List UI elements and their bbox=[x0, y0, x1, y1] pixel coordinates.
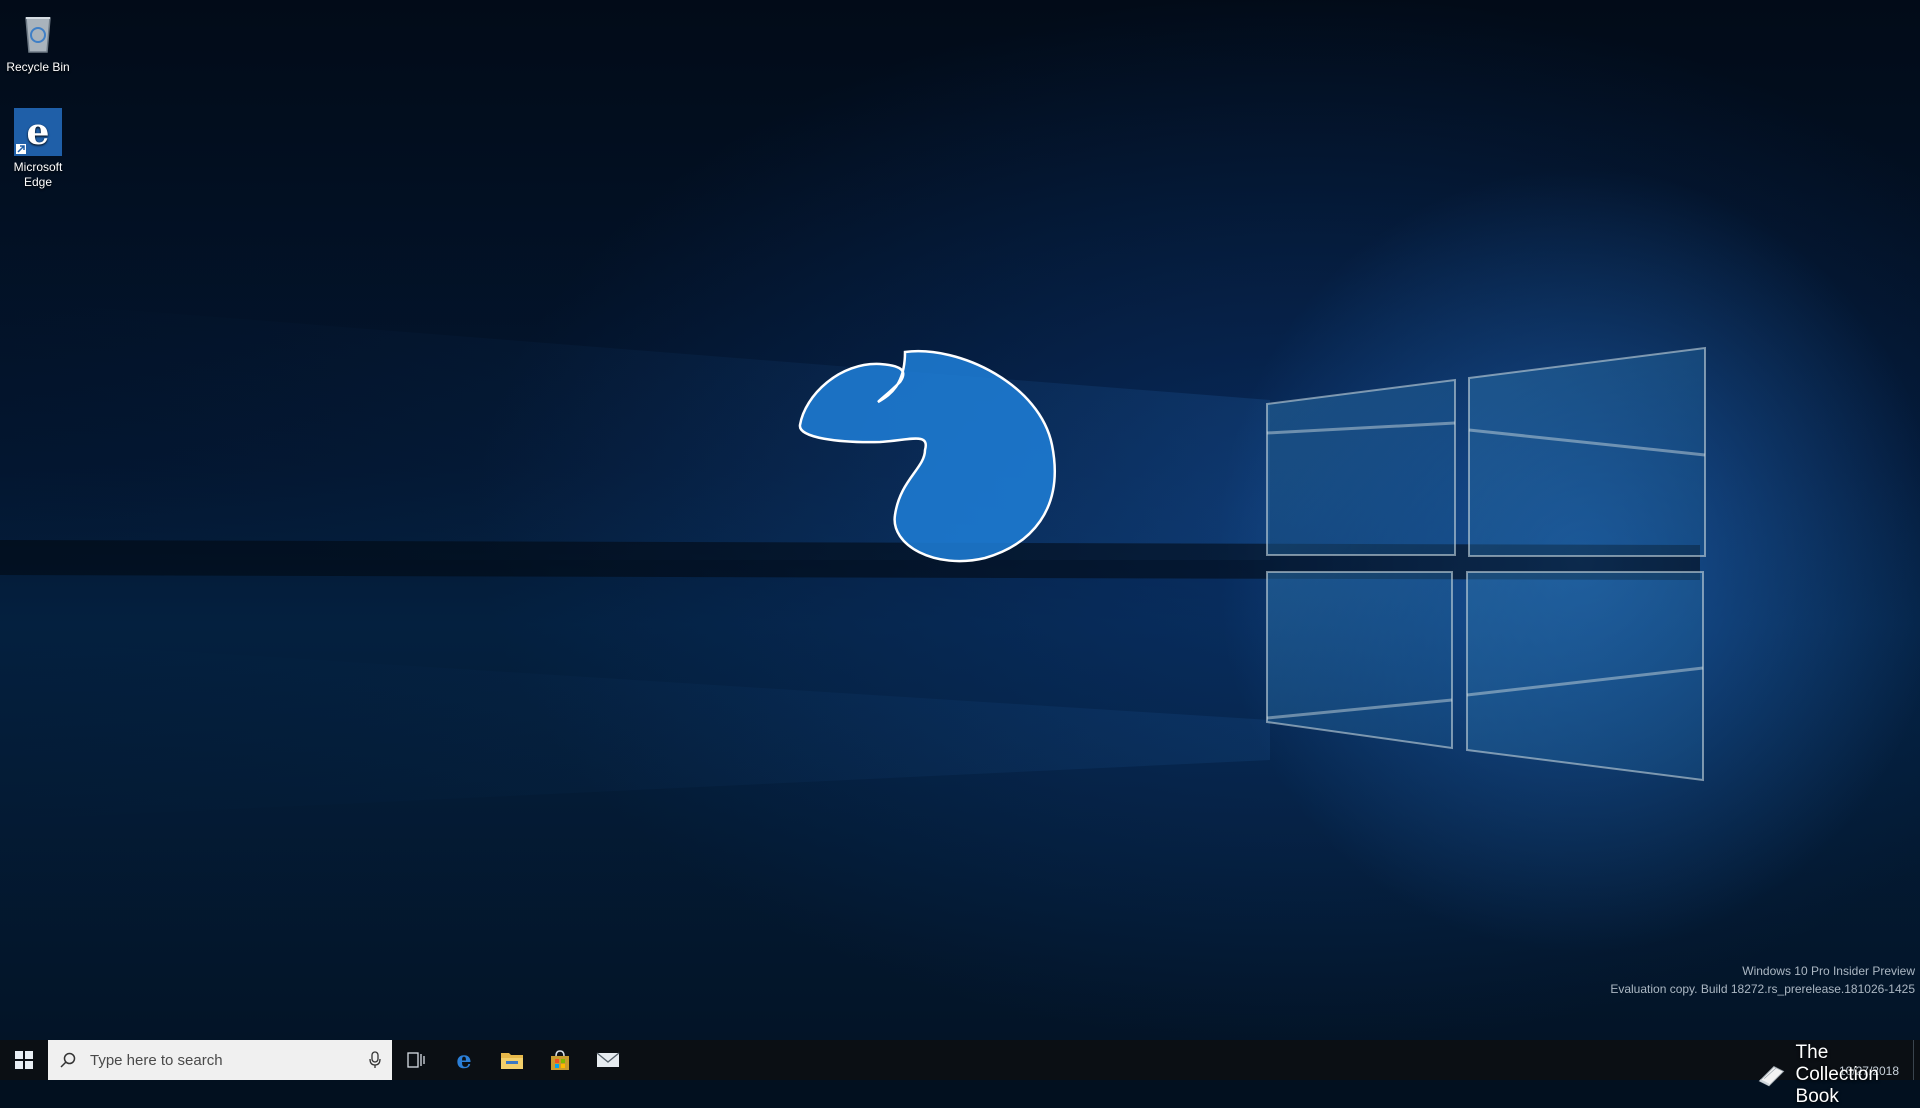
task-view-icon bbox=[407, 1052, 425, 1068]
book-icon bbox=[1758, 1066, 1784, 1087]
start-button[interactable] bbox=[0, 1040, 48, 1080]
edge-icon: e bbox=[456, 1048, 471, 1072]
brand-text: The Collection Book bbox=[1795, 1042, 1879, 1107]
desktop-icon-microsoft-edge[interactable]: e Microsoft Edge bbox=[0, 108, 76, 190]
taskbar-file-explorer-button[interactable] bbox=[488, 1040, 536, 1080]
task-view-button[interactable] bbox=[392, 1040, 440, 1080]
taskbar-search-box[interactable]: Type here to search bbox=[48, 1040, 392, 1080]
recycle-bin-icon bbox=[14, 8, 62, 56]
system-tray: The Collection Book 10/27/2018 bbox=[1758, 1040, 1920, 1107]
taskbar: Type here to search e The Collection Boo… bbox=[0, 1040, 1920, 1107]
desktop-icon-label: Microsoft Edge bbox=[13, 160, 63, 189]
search-placeholder: Type here to search bbox=[90, 1051, 223, 1069]
show-desktop-button[interactable] bbox=[1913, 1040, 1920, 1080]
svg-text:e: e bbox=[27, 111, 50, 153]
watermark-edition: Windows 10 Pro Insider Preview bbox=[1742, 964, 1915, 978]
freehand-selection-shape bbox=[798, 349, 1056, 563]
taskbar-store-button[interactable] bbox=[536, 1040, 584, 1080]
brand-overlay: The Collection Book bbox=[1757, 1042, 1898, 1108]
taskbar-edge-button[interactable]: e bbox=[440, 1040, 488, 1080]
microphone-icon[interactable] bbox=[368, 1051, 382, 1069]
desktop-icon-recycle-bin[interactable]: Recycle Bin bbox=[0, 8, 76, 75]
evaluation-watermark: Windows 10 Pro Insider Preview Evaluatio… bbox=[1610, 962, 1915, 998]
store-bag-icon bbox=[551, 1050, 569, 1070]
mail-icon bbox=[596, 1052, 620, 1067]
search-icon bbox=[60, 1052, 76, 1068]
desktop: Recycle Bin e Microsoft Edge Windows 10 … bbox=[0, 0, 1920, 1040]
desktop-icon-label: Recycle Bin bbox=[6, 60, 70, 74]
folder-icon bbox=[501, 1053, 523, 1069]
edge-icon: e bbox=[14, 108, 62, 156]
svg-text:e: e bbox=[456, 1048, 471, 1072]
watermark-build: Evaluation copy. Build 18272.rs_prerelea… bbox=[1610, 982, 1915, 996]
taskbar-mail-button[interactable] bbox=[584, 1040, 632, 1080]
windows-logo-icon bbox=[15, 1051, 33, 1069]
